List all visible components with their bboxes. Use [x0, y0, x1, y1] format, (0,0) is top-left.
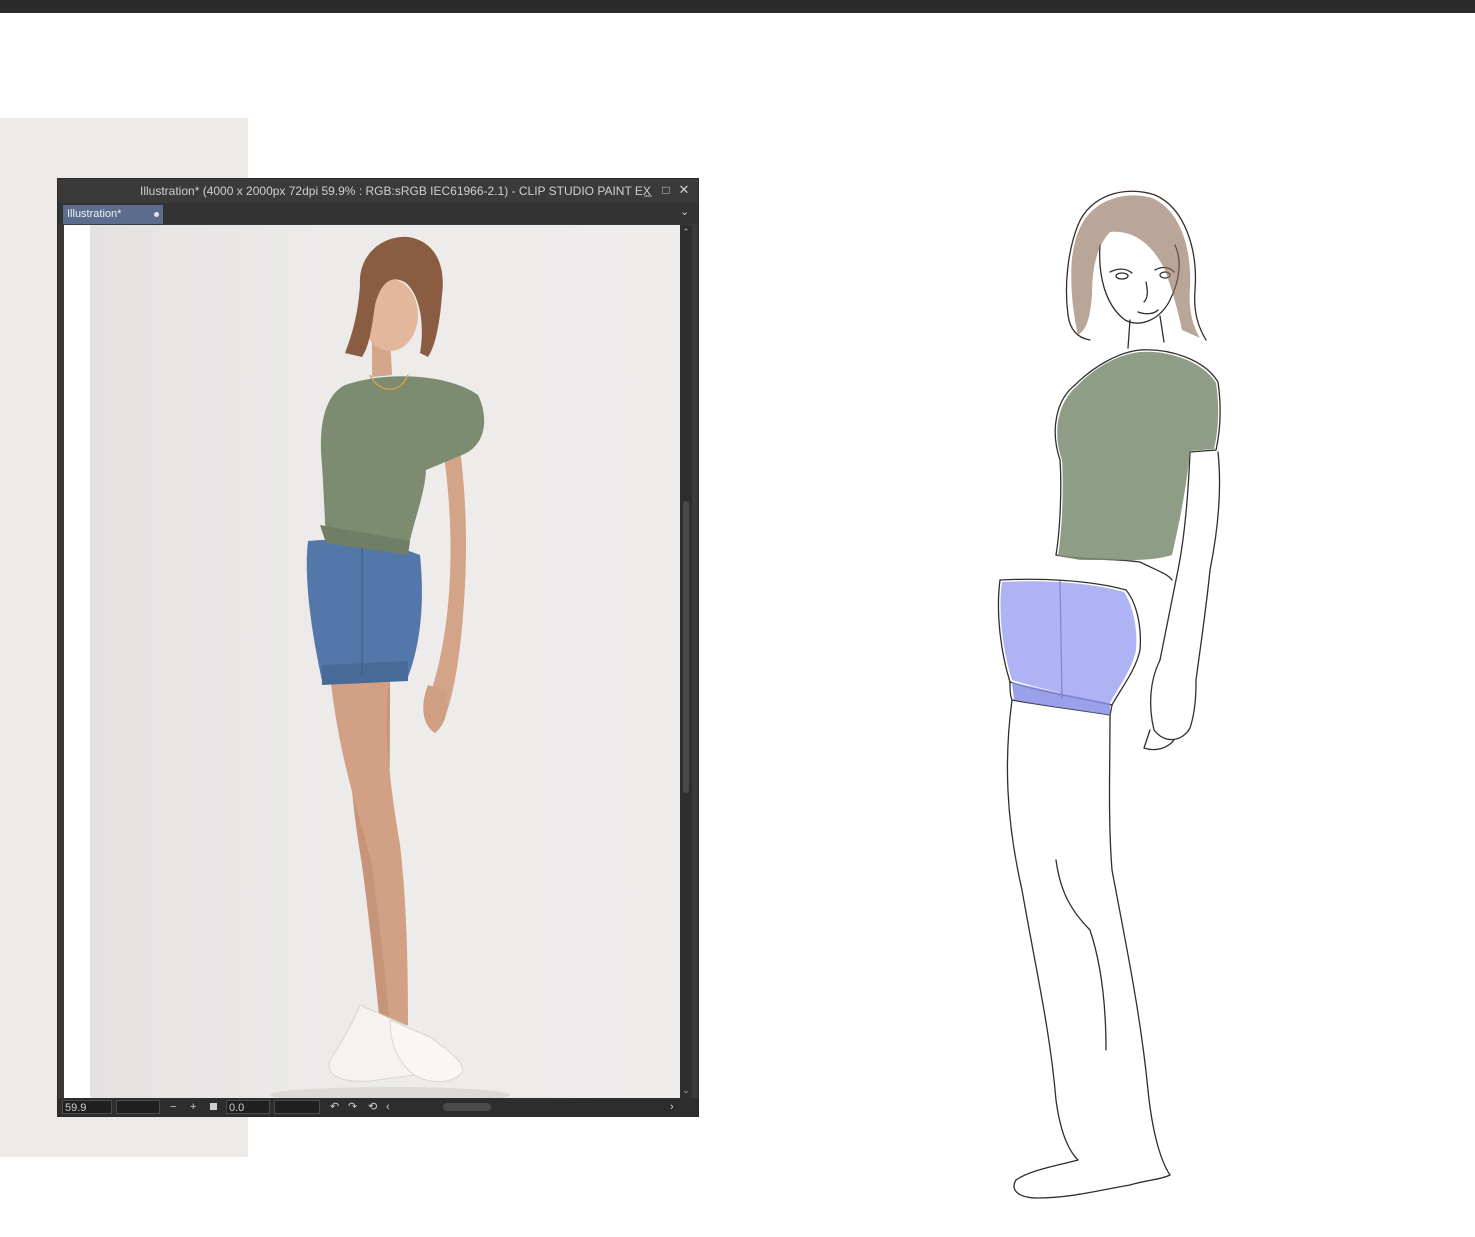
figure-sketch	[960, 170, 1340, 1220]
photo-figure	[270, 236, 510, 1098]
vertical-scrollbar[interactable]: ⌃ ⌄	[680, 225, 692, 1098]
close-icon[interactable]: ✕	[676, 182, 692, 198]
minimize-icon[interactable]: _	[640, 182, 656, 198]
rotation-slider[interactable]	[274, 1100, 320, 1114]
zoom-slider[interactable]	[116, 1100, 160, 1114]
reset-rotation-icon[interactable]: ⟲	[368, 1100, 377, 1114]
window-titlebar[interactable]: Illustration* (4000 x 2000px 72dpi 59.9%…	[58, 179, 698, 203]
scroll-up-icon[interactable]: ⌃	[681, 227, 691, 237]
vertical-scroll-thumb[interactable]	[683, 501, 689, 793]
maximize-icon[interactable]: □	[658, 182, 674, 198]
tab-label: Illustration*	[67, 208, 122, 220]
canvas-area[interactable]	[64, 225, 680, 1098]
chevron-down-icon[interactable]: ⌄	[680, 205, 689, 218]
zoom-field[interactable]: 59.9	[62, 1100, 112, 1114]
top-bar	[0, 0, 1475, 13]
window-title: Illustration* (4000 x 2000px 72dpi 59.9%…	[140, 184, 651, 198]
rotate-right-icon[interactable]: ↷	[348, 1100, 357, 1114]
rotate-left-icon[interactable]: ↶	[330, 1100, 339, 1114]
tab-close-dot-icon[interactable]	[154, 212, 159, 217]
status-bar: 59.9 − + 0.0 ↶ ↷ ⟲ ‹ ›	[58, 1098, 698, 1116]
fit-icon[interactable]	[210, 1103, 217, 1110]
document-tab-bar: Illustration*	[58, 203, 698, 224]
zoom-out-button[interactable]: −	[170, 1100, 176, 1114]
zoom-in-button[interactable]: +	[190, 1100, 196, 1114]
reference-photo	[90, 225, 680, 1098]
rotation-field[interactable]: 0.0	[226, 1100, 270, 1114]
horizontal-scroll-thumb[interactable]	[443, 1103, 491, 1111]
sketch-drawing	[997, 190, 1221, 1199]
clip-studio-window: Illustration* (4000 x 2000px 72dpi 59.9%…	[58, 179, 698, 1116]
scroll-left-icon[interactable]: ‹	[386, 1100, 390, 1114]
tab-illustration[interactable]: Illustration*	[63, 205, 163, 224]
scroll-down-icon[interactable]: ⌄	[681, 1085, 691, 1095]
scroll-right-icon[interactable]: ›	[670, 1100, 674, 1114]
